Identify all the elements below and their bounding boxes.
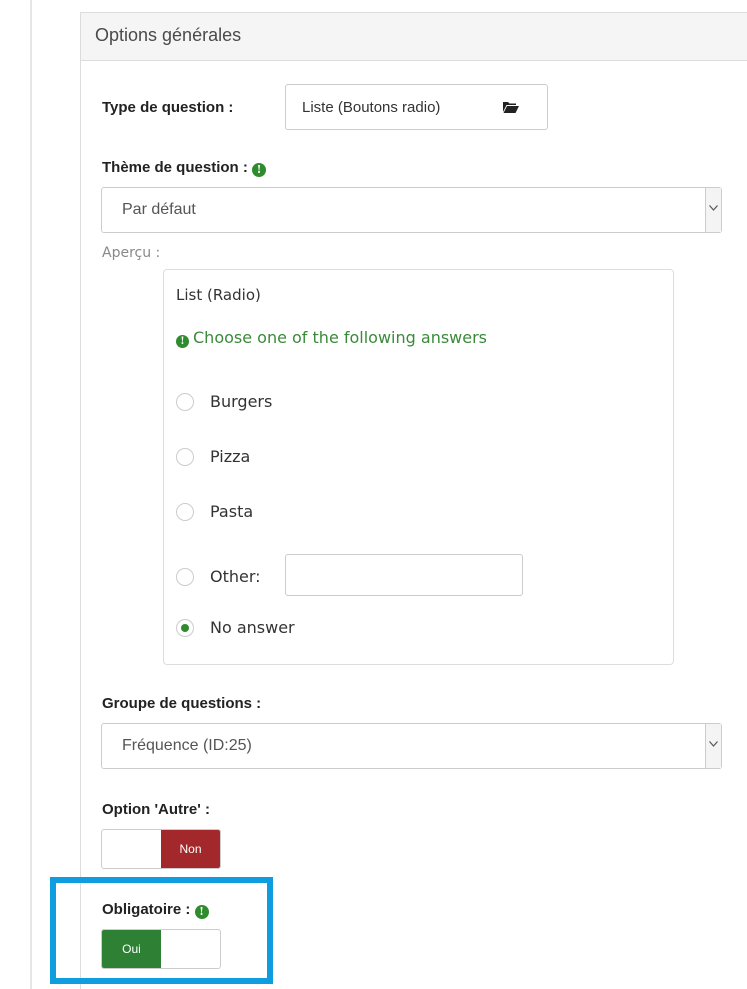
info-circle-icon: ! [252, 163, 267, 177]
question-theme-select[interactable]: Par défaut [101, 187, 722, 233]
radio-circle[interactable] [176, 448, 194, 466]
other-option-label: Option 'Autre' : [102, 801, 210, 818]
left-divider [30, 0, 32, 989]
preview-help-text-row: ! Choose one of the following answers [176, 328, 487, 348]
radio-circle-checked[interactable] [176, 619, 194, 637]
radio-label: Burgers [210, 392, 273, 411]
toggle-no[interactable]: Non [161, 830, 220, 868]
radio-circle[interactable] [176, 568, 194, 586]
info-circle-icon: ! [176, 335, 189, 348]
question-group-value: Fréquence (ID:25) [122, 737, 252, 754]
panel-heading: Options générales [81, 13, 747, 61]
chevron-down-icon [705, 188, 721, 232]
radio-label: Pizza [210, 447, 251, 466]
radio-circle[interactable] [176, 503, 194, 521]
radio-label: No answer [210, 618, 295, 637]
page: Options générales Type de question : Lis… [0, 0, 747, 989]
other-text-input[interactable] [285, 554, 523, 596]
question-type-value: Liste (Boutons radio) [302, 99, 441, 116]
question-theme-label-row: Thème de question : ! [102, 159, 267, 177]
preview-question-title: List (Radio) [176, 286, 261, 304]
question-type-button[interactable]: Liste (Boutons radio) [285, 84, 548, 130]
general-options-panel: Options générales Type de question : Lis… [80, 12, 747, 989]
folder-open-icon [503, 102, 519, 113]
question-type-label: Type de question : [102, 99, 234, 116]
highlight-box [50, 877, 273, 984]
chevron-down-icon [705, 724, 721, 768]
question-group-select[interactable]: Fréquence (ID:25) [101, 723, 722, 769]
radio-label: Pasta [210, 502, 254, 521]
question-theme-label: Thème de question : [102, 159, 248, 176]
preview-box: List (Radio) ! Choose one of the followin… [163, 269, 674, 665]
radio-label: Other: [210, 567, 261, 586]
radio-circle[interactable] [176, 393, 194, 411]
question-group-label: Groupe de questions : [102, 695, 262, 712]
preview-help-text: Choose one of the following answers [193, 328, 488, 347]
question-theme-value: Par défaut [122, 201, 196, 218]
other-option-toggle[interactable]: Non [101, 829, 221, 869]
preview-label: Aperçu : [102, 245, 161, 261]
